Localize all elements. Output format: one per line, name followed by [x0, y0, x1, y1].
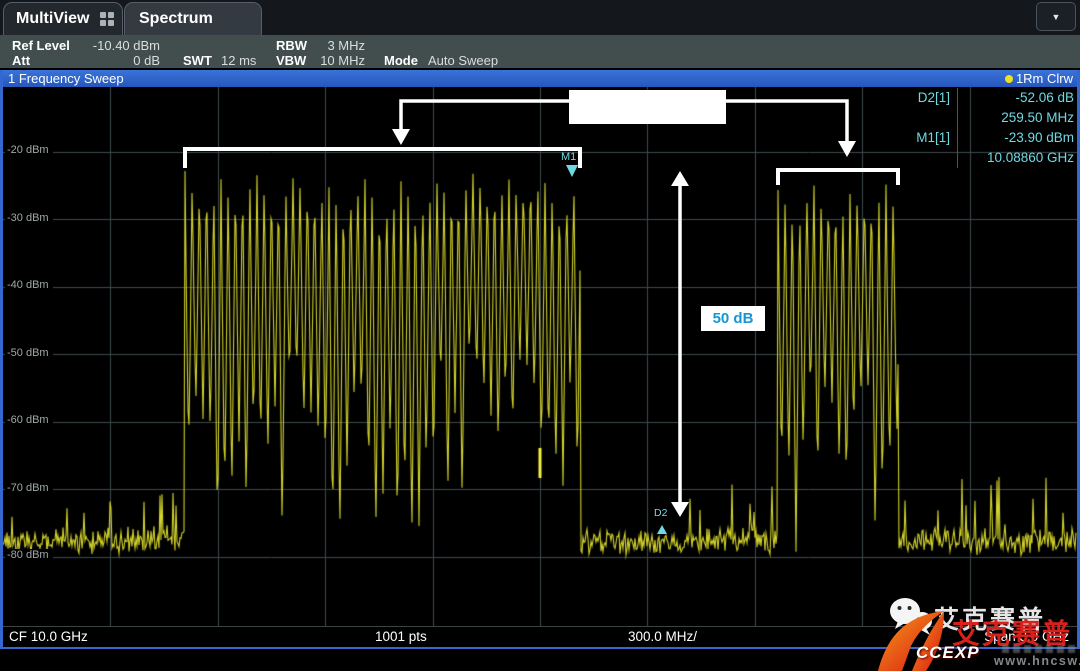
settings-bar: Ref Level -10.40 dBm RBW 3 MHz Att 0 dB … [0, 35, 1080, 68]
mode-label[interactable]: Mode [384, 53, 418, 68]
y-axis-label: -40 dBm [5, 279, 53, 291]
tab-spectrum-label: Spectrum [139, 10, 213, 28]
window-title: 1 Frequency Sweep [8, 70, 124, 87]
vbw-value[interactable]: 10 MHz [310, 53, 365, 68]
trace-mode-indicator[interactable]: 1Rm Clrw [1005, 70, 1073, 87]
marker-readout-panel: D2[1]-52.06 dB 259.50 MHz M1[1]-23.90 dB… [894, 88, 1074, 168]
window-dropdown-button[interactable]: ▼ [1036, 2, 1076, 31]
multiview-grid-icon [100, 12, 114, 26]
spectrum-plot-area[interactable]: -20 dBm -30 dBm -40 dBm -50 dBm -60 dBm … [3, 87, 1077, 626]
frequency-per-division-value[interactable]: 300.0 MHz/ [628, 627, 697, 646]
frequency-sweep-window: 1 Frequency Sweep 1Rm Clrw -20 dBm -30 d… [0, 70, 1080, 649]
trace-mode-label: 1Rm Clrw [1016, 70, 1073, 87]
mode-value[interactable]: Auto Sweep [428, 53, 498, 68]
span-value[interactable]: Span 3.0 GHz [984, 627, 1069, 646]
y-axis-label: -50 dBm [5, 347, 53, 359]
tab-spectrum[interactable]: Spectrum [124, 2, 262, 35]
rbw-value[interactable]: 3 MHz [310, 38, 365, 53]
swt-label[interactable]: SWT [183, 53, 212, 68]
vbw-label[interactable]: VBW [276, 53, 306, 68]
ref-level-value[interactable]: -10.40 dBm [70, 38, 160, 53]
trace1-color-dot-icon [1005, 75, 1013, 83]
tab-multiview[interactable]: MultiView [3, 2, 123, 35]
marker-m1-frequency: 10.08860 GHz [957, 148, 1074, 168]
y-axis-label: -70 dBm [5, 482, 53, 494]
y-axis-label: -60 dBm [5, 414, 53, 426]
swt-value[interactable]: 12 ms [221, 53, 256, 68]
sweep-points-value[interactable]: 1001 pts [375, 627, 427, 646]
marker-m1-name: M1[1] [894, 128, 957, 148]
channel-tab-bar: MultiView Spectrum ▼ [0, 0, 1080, 35]
y-axis-label: -80 dBm [5, 549, 53, 561]
watermark-url: www.hncsw.net [994, 654, 1080, 668]
sweep-footer-bar: CF 10.0 GHz 1001 pts 300.0 MHz/ Span 3.0… [3, 626, 1077, 647]
marker-d2-name: D2[1] [894, 88, 957, 108]
y-axis-label: -20 dBm [5, 144, 53, 156]
marker-m1-level: -23.90 dBm [957, 128, 1074, 148]
ref-level-label[interactable]: Ref Level [12, 38, 70, 53]
chevron-down-icon: ▼ [1052, 12, 1061, 22]
att-value[interactable]: 0 dB [70, 53, 160, 68]
marker-d2-frequency: 259.50 MHz [957, 108, 1074, 128]
tab-multiview-label: MultiView [16, 10, 90, 28]
att-label[interactable]: Att [12, 53, 30, 68]
window-titlebar[interactable]: 1 Frequency Sweep 1Rm Clrw [3, 70, 1077, 87]
center-frequency-value[interactable]: CF 10.0 GHz [9, 627, 88, 646]
delta-50db-label: 50 dB [701, 306, 765, 331]
rbw-label[interactable]: RBW [276, 38, 307, 53]
y-axis-label: -30 dBm [5, 212, 53, 224]
marker-d2-level: -52.06 dB [957, 88, 1074, 108]
spectrum-analyzer-screen: MultiView Spectrum ▼ Ref Level -10.40 dB… [0, 0, 1080, 671]
